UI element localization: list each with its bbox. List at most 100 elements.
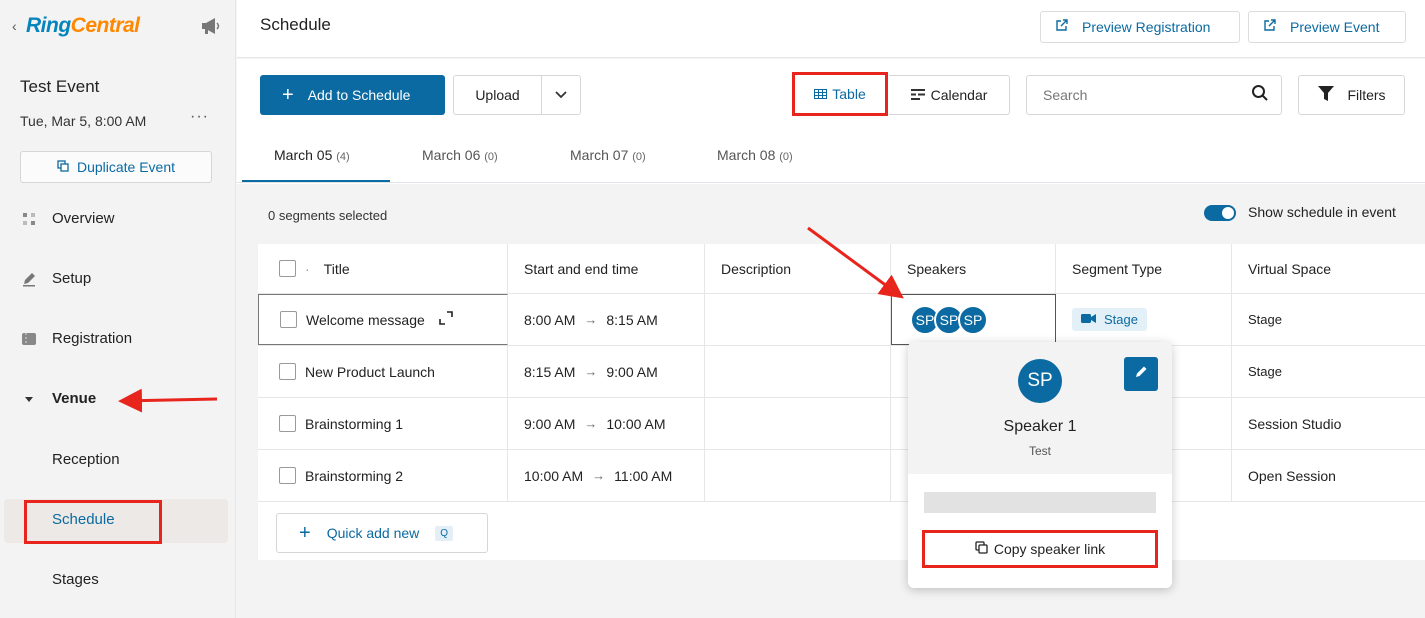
sidebar-item-overview[interactable]: Overview bbox=[20, 210, 115, 227]
main-content: + Add to Schedule Upload Table Calendar bbox=[237, 59, 1425, 618]
arrow-right-icon: → bbox=[592, 468, 606, 483]
show-schedule-toggle[interactable] bbox=[1204, 205, 1236, 221]
row-checkbox[interactable] bbox=[280, 311, 297, 328]
row-checkbox[interactable] bbox=[279, 467, 296, 484]
grid-icon bbox=[20, 212, 38, 226]
end-time: 11:00 AM bbox=[614, 467, 673, 484]
preview-event-button[interactable]: Preview Event bbox=[1248, 11, 1406, 43]
tab-march-05[interactable]: March 05 (4) bbox=[274, 147, 350, 163]
add-to-schedule-button[interactable]: + Add to Schedule bbox=[260, 75, 445, 115]
virtual-space-cell[interactable]: Open Session bbox=[1232, 450, 1425, 501]
tab-march-06[interactable]: March 06 (0) bbox=[422, 147, 498, 163]
select-all-checkbox[interactable] bbox=[279, 260, 296, 277]
title-cell[interactable]: Welcome message bbox=[258, 294, 508, 345]
virtual-space-cell[interactable]: Stage bbox=[1232, 346, 1425, 397]
time-cell[interactable]: 10:00 AM → 11:00 AM bbox=[508, 450, 705, 501]
calendar-view-button[interactable]: Calendar bbox=[889, 75, 1010, 115]
description-cell[interactable] bbox=[705, 398, 891, 449]
copy-speaker-link-label: Copy speaker link bbox=[993, 541, 1106, 557]
more-options-icon[interactable]: ··· bbox=[190, 108, 209, 126]
speaker-avatar: SP bbox=[1018, 359, 1062, 403]
schedule-table: · Title Start and end time Description S… bbox=[258, 244, 1425, 560]
search-icon[interactable] bbox=[1251, 84, 1269, 107]
tab-march-08[interactable]: March 08 (0) bbox=[717, 147, 793, 163]
search-input[interactable] bbox=[1043, 87, 1251, 103]
tab-count: (0) bbox=[632, 151, 646, 163]
time-cell[interactable]: 8:15 AM → 9:00 AM bbox=[508, 346, 705, 397]
chevron-down-icon bbox=[555, 86, 567, 104]
virtual-space-cell[interactable]: Stage bbox=[1232, 294, 1425, 345]
calendar-icon bbox=[910, 87, 925, 103]
table-row[interactable]: Brainstorming 1 9:00 AM → 10:00 AM Session… bbox=[258, 398, 1425, 450]
filters-label: Filters bbox=[1347, 87, 1386, 103]
pencil-icon bbox=[1134, 365, 1148, 384]
chevron-left-icon[interactable]: ‹ bbox=[12, 18, 26, 34]
filters-button[interactable]: Filters bbox=[1298, 75, 1405, 115]
column-header-speakers[interactable]: Speakers bbox=[891, 244, 1056, 294]
title-cell[interactable]: New Product Launch bbox=[258, 346, 508, 397]
expand-icon[interactable] bbox=[438, 311, 453, 328]
table-row[interactable]: Welcome message 8:00 AM → 8:15 AM SP SP SP bbox=[258, 294, 1425, 346]
upload-dropdown-button[interactable] bbox=[542, 76, 580, 114]
sidebar-item-label: Registration bbox=[52, 330, 133, 347]
virtual-space-cell[interactable]: Session Studio bbox=[1232, 398, 1425, 449]
megaphone-icon[interactable] bbox=[200, 16, 222, 41]
column-header-virtual-space[interactable]: Virtual Space bbox=[1232, 244, 1425, 294]
segment-type-cell[interactable]: Stage bbox=[1056, 294, 1232, 345]
title-cell[interactable]: Brainstorming 2 bbox=[258, 450, 508, 501]
speaker-avatar[interactable]: SP bbox=[958, 304, 988, 335]
drag-handle-icon: · bbox=[305, 260, 310, 277]
tab-label: March 05 bbox=[274, 147, 333, 163]
copy-icon bbox=[57, 159, 69, 175]
speaker-avatar-group[interactable]: SP SP SP bbox=[910, 304, 988, 335]
caret-down-icon bbox=[20, 395, 38, 403]
start-time: 8:00 AM bbox=[524, 311, 576, 328]
show-schedule-label: Show schedule in event bbox=[1248, 204, 1396, 220]
upload-button[interactable]: Upload bbox=[454, 76, 542, 114]
sidebar-item-stages[interactable]: Stages bbox=[52, 571, 99, 588]
column-header-segment-type[interactable]: Segment Type bbox=[1056, 244, 1232, 294]
tab-label: March 06 bbox=[422, 147, 481, 163]
tab-count: (0) bbox=[779, 151, 793, 163]
sidebar-item-venue[interactable]: Venue bbox=[20, 390, 96, 407]
column-header-description[interactable]: Description bbox=[705, 244, 891, 294]
column-header-time[interactable]: Start and end time bbox=[508, 244, 705, 294]
time-cell[interactable]: 9:00 AM → 10:00 AM bbox=[508, 398, 705, 449]
title-cell[interactable]: Brainstorming 1 bbox=[258, 398, 508, 449]
filter-icon bbox=[1317, 85, 1335, 105]
table-row[interactable]: Brainstorming 2 10:00 AM → 11:00 AM Open S… bbox=[258, 450, 1425, 502]
sidebar-item-reception[interactable]: Reception bbox=[52, 451, 120, 468]
column-header-title[interactable]: · Title bbox=[258, 244, 508, 294]
external-link-icon bbox=[1055, 19, 1068, 35]
search-box bbox=[1026, 75, 1282, 115]
segment-type-label: Stage bbox=[1104, 312, 1138, 327]
ticket-icon bbox=[20, 332, 38, 346]
end-time: 8:15 AM bbox=[606, 311, 658, 328]
brand-row: ‹ RingCentral bbox=[12, 12, 226, 40]
copy-icon bbox=[975, 541, 988, 557]
edit-speaker-button[interactable] bbox=[1124, 357, 1158, 391]
row-checkbox[interactable] bbox=[279, 363, 296, 380]
description-cell[interactable] bbox=[705, 346, 891, 397]
sidebar-item-label: Setup bbox=[52, 270, 92, 287]
sidebar-item-registration[interactable]: Registration bbox=[20, 330, 132, 347]
active-tab-indicator bbox=[242, 180, 390, 182]
speakers-cell[interactable]: SP SP SP bbox=[891, 294, 1056, 345]
sidebar-item-setup[interactable]: Setup bbox=[20, 270, 91, 287]
table-row[interactable]: New Product Launch 8:15 AM → 9:00 AM Stage bbox=[258, 346, 1425, 398]
preview-event-label: Preview Event bbox=[1290, 19, 1380, 35]
tab-count: (4) bbox=[336, 151, 350, 163]
duplicate-event-button[interactable]: Duplicate Event bbox=[20, 151, 212, 183]
sidebar-item-label: Venue bbox=[52, 390, 97, 407]
segment-title: Welcome message bbox=[306, 311, 425, 328]
tab-label: March 07 bbox=[570, 147, 629, 163]
description-cell[interactable] bbox=[705, 294, 891, 345]
tab-march-07[interactable]: March 07 (0) bbox=[570, 147, 646, 163]
quick-add-button[interactable]: + Quick add new Q bbox=[276, 513, 488, 553]
preview-registration-button[interactable]: Preview Registration bbox=[1040, 11, 1240, 43]
copy-speaker-link-button[interactable]: Copy speaker link bbox=[922, 530, 1158, 568]
time-cell[interactable]: 8:00 AM → 8:15 AM bbox=[508, 294, 705, 345]
table-view-button[interactable]: Table bbox=[792, 72, 888, 116]
description-cell[interactable] bbox=[705, 450, 891, 501]
row-checkbox[interactable] bbox=[279, 415, 296, 432]
